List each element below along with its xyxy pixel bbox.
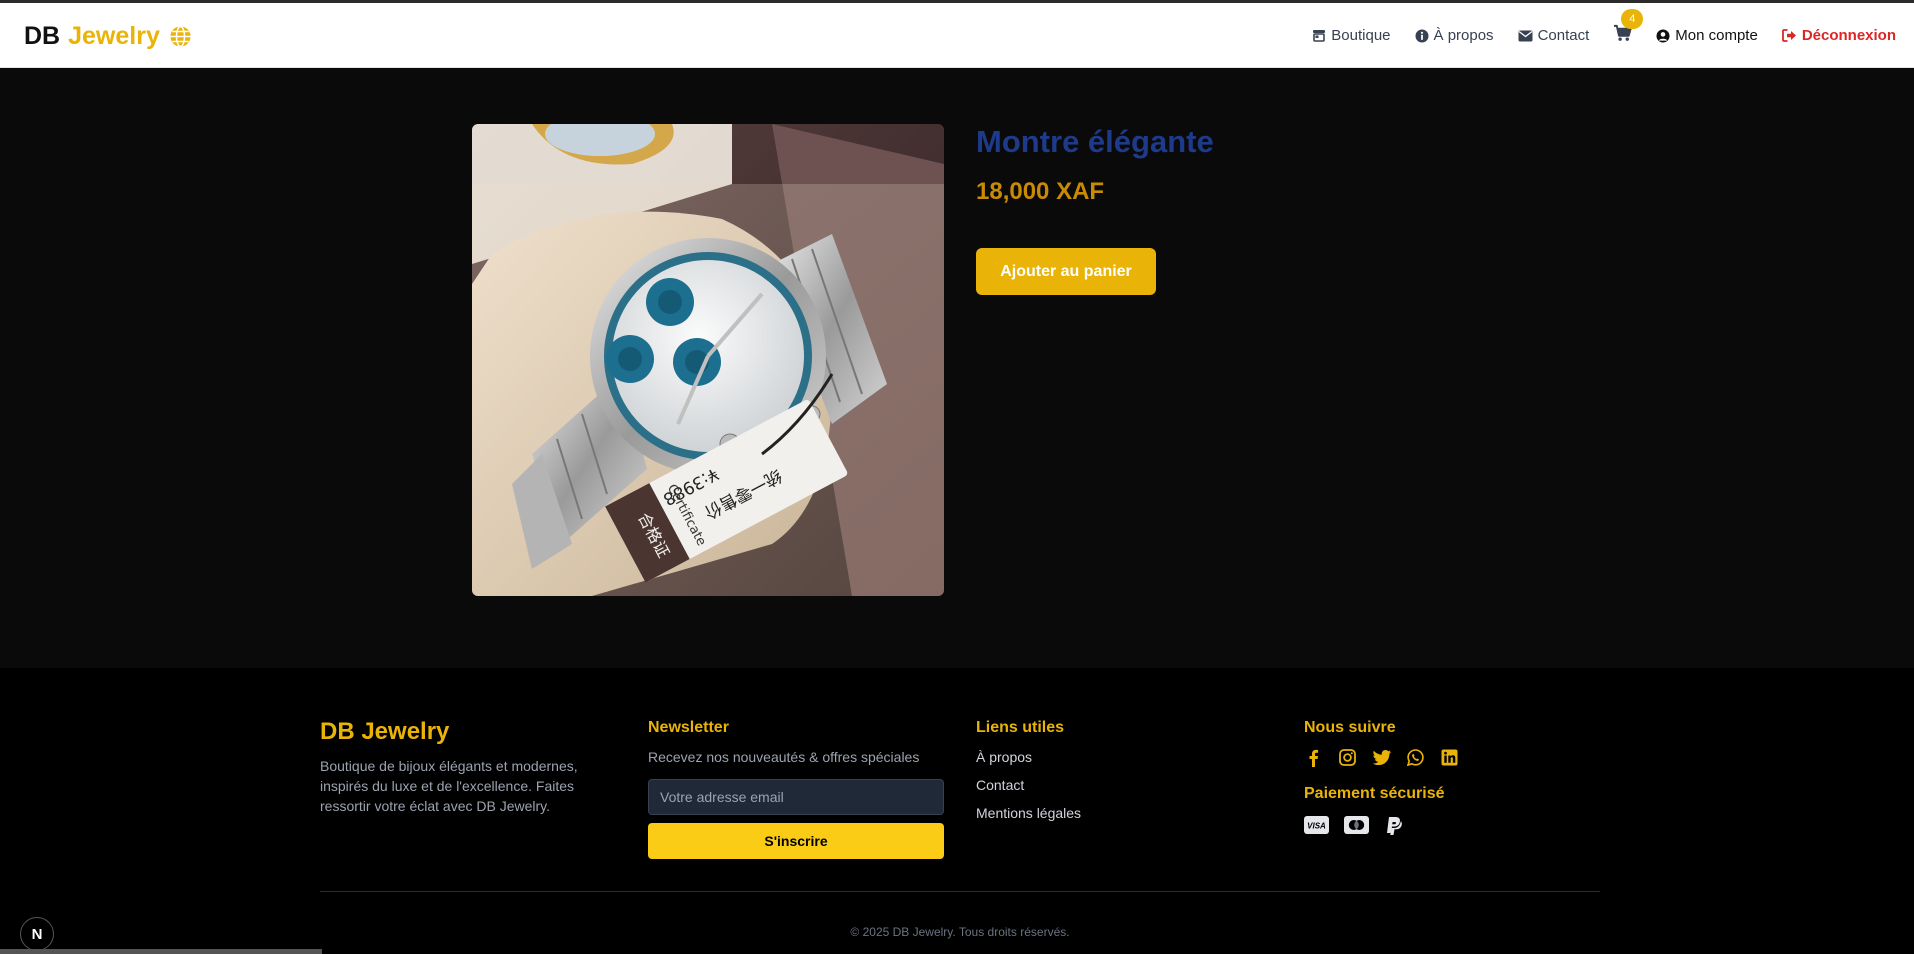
- mastercard-icon: [1344, 816, 1369, 836]
- info-circle-icon: [1415, 29, 1429, 43]
- horizontal-scrollbar[interactable]: [0, 949, 322, 954]
- dev-tools-badge[interactable]: N: [20, 917, 54, 951]
- nav-shop[interactable]: Boutique: [1312, 27, 1391, 44]
- subscribe-button[interactable]: S'inscrire: [648, 823, 944, 859]
- linkedin-icon[interactable]: [1440, 748, 1459, 767]
- store-icon: [1312, 29, 1326, 42]
- follow-heading: Nous suivre: [1304, 719, 1396, 736]
- svg-text:VISA: VISA: [1307, 822, 1326, 831]
- envelope-icon: [1518, 30, 1533, 42]
- product-title: Montre élégante: [976, 124, 1214, 159]
- nav-about[interactable]: À propos: [1415, 27, 1494, 44]
- globe-icon: [169, 25, 192, 48]
- sign-out-icon: [1781, 29, 1797, 42]
- twitter-icon[interactable]: [1372, 748, 1391, 767]
- nav-logout-label: Déconnexion: [1801, 27, 1896, 44]
- site-footer: DB Jewelry Boutique de bijoux élégants e…: [0, 668, 1914, 954]
- footer-link-contact[interactable]: Contact: [976, 777, 1024, 793]
- payment-methods: VISA: [1304, 816, 1419, 836]
- whatsapp-icon[interactable]: [1406, 748, 1425, 767]
- add-to-cart-button[interactable]: Ajouter au panier: [976, 248, 1156, 295]
- newsletter-text: Recevez nos nouveautés & offres spéciale…: [648, 749, 920, 765]
- social-links: [1304, 748, 1474, 767]
- nav-account-label: Mon compte: [1675, 27, 1758, 44]
- newsletter-heading: Newsletter: [648, 719, 729, 736]
- visa-icon: VISA: [1304, 816, 1329, 836]
- nav-contact-label: Contact: [1537, 27, 1590, 44]
- footer-link-legal[interactable]: Mentions légales: [976, 805, 1081, 821]
- nav-logout[interactable]: Déconnexion: [1781, 27, 1896, 44]
- nav-about-label: À propos: [1433, 27, 1494, 44]
- instagram-icon[interactable]: [1338, 748, 1357, 767]
- paypal-icon: [1384, 816, 1404, 836]
- useful-links-heading: Liens utiles: [976, 719, 1065, 736]
- nav-contact[interactable]: Contact: [1518, 27, 1590, 44]
- logo-text-jewelry: Jewelry: [68, 22, 160, 50]
- site-header: DB Jewelry Boutique À propos Contact 4 M…: [0, 3, 1914, 68]
- logo-text-db: DB: [24, 22, 61, 50]
- footer-description: Boutique de bijoux élégants et modernes,…: [320, 758, 578, 814]
- nav-account[interactable]: Mon compte: [1656, 27, 1758, 44]
- footer-brand: DB Jewelry: [320, 718, 450, 745]
- product-price: 18,000 XAF: [976, 178, 1105, 205]
- user-circle-icon: [1656, 29, 1670, 43]
- nav-shop-label: Boutique: [1331, 27, 1391, 44]
- footer-link-about[interactable]: À propos: [976, 749, 1032, 765]
- cart-button[interactable]: 4: [1613, 9, 1644, 47]
- product-image: 合格证 ¥:3988 统一零售价 Certificate: [472, 124, 944, 596]
- copyright-text: © 2025 DB Jewelry. Tous droits réservés.: [850, 925, 1070, 939]
- main-nav: Boutique À propos Contact 4 Mon compte D…: [1288, 3, 1896, 68]
- footer-divider: [320, 891, 1600, 892]
- secure-payment-heading: Paiement sécurisé: [1304, 785, 1445, 802]
- facebook-icon[interactable]: [1304, 748, 1323, 767]
- site-logo[interactable]: DB Jewelry: [24, 22, 192, 51]
- cart-count-badge: 4: [1621, 9, 1644, 29]
- newsletter-email-input[interactable]: [648, 779, 944, 815]
